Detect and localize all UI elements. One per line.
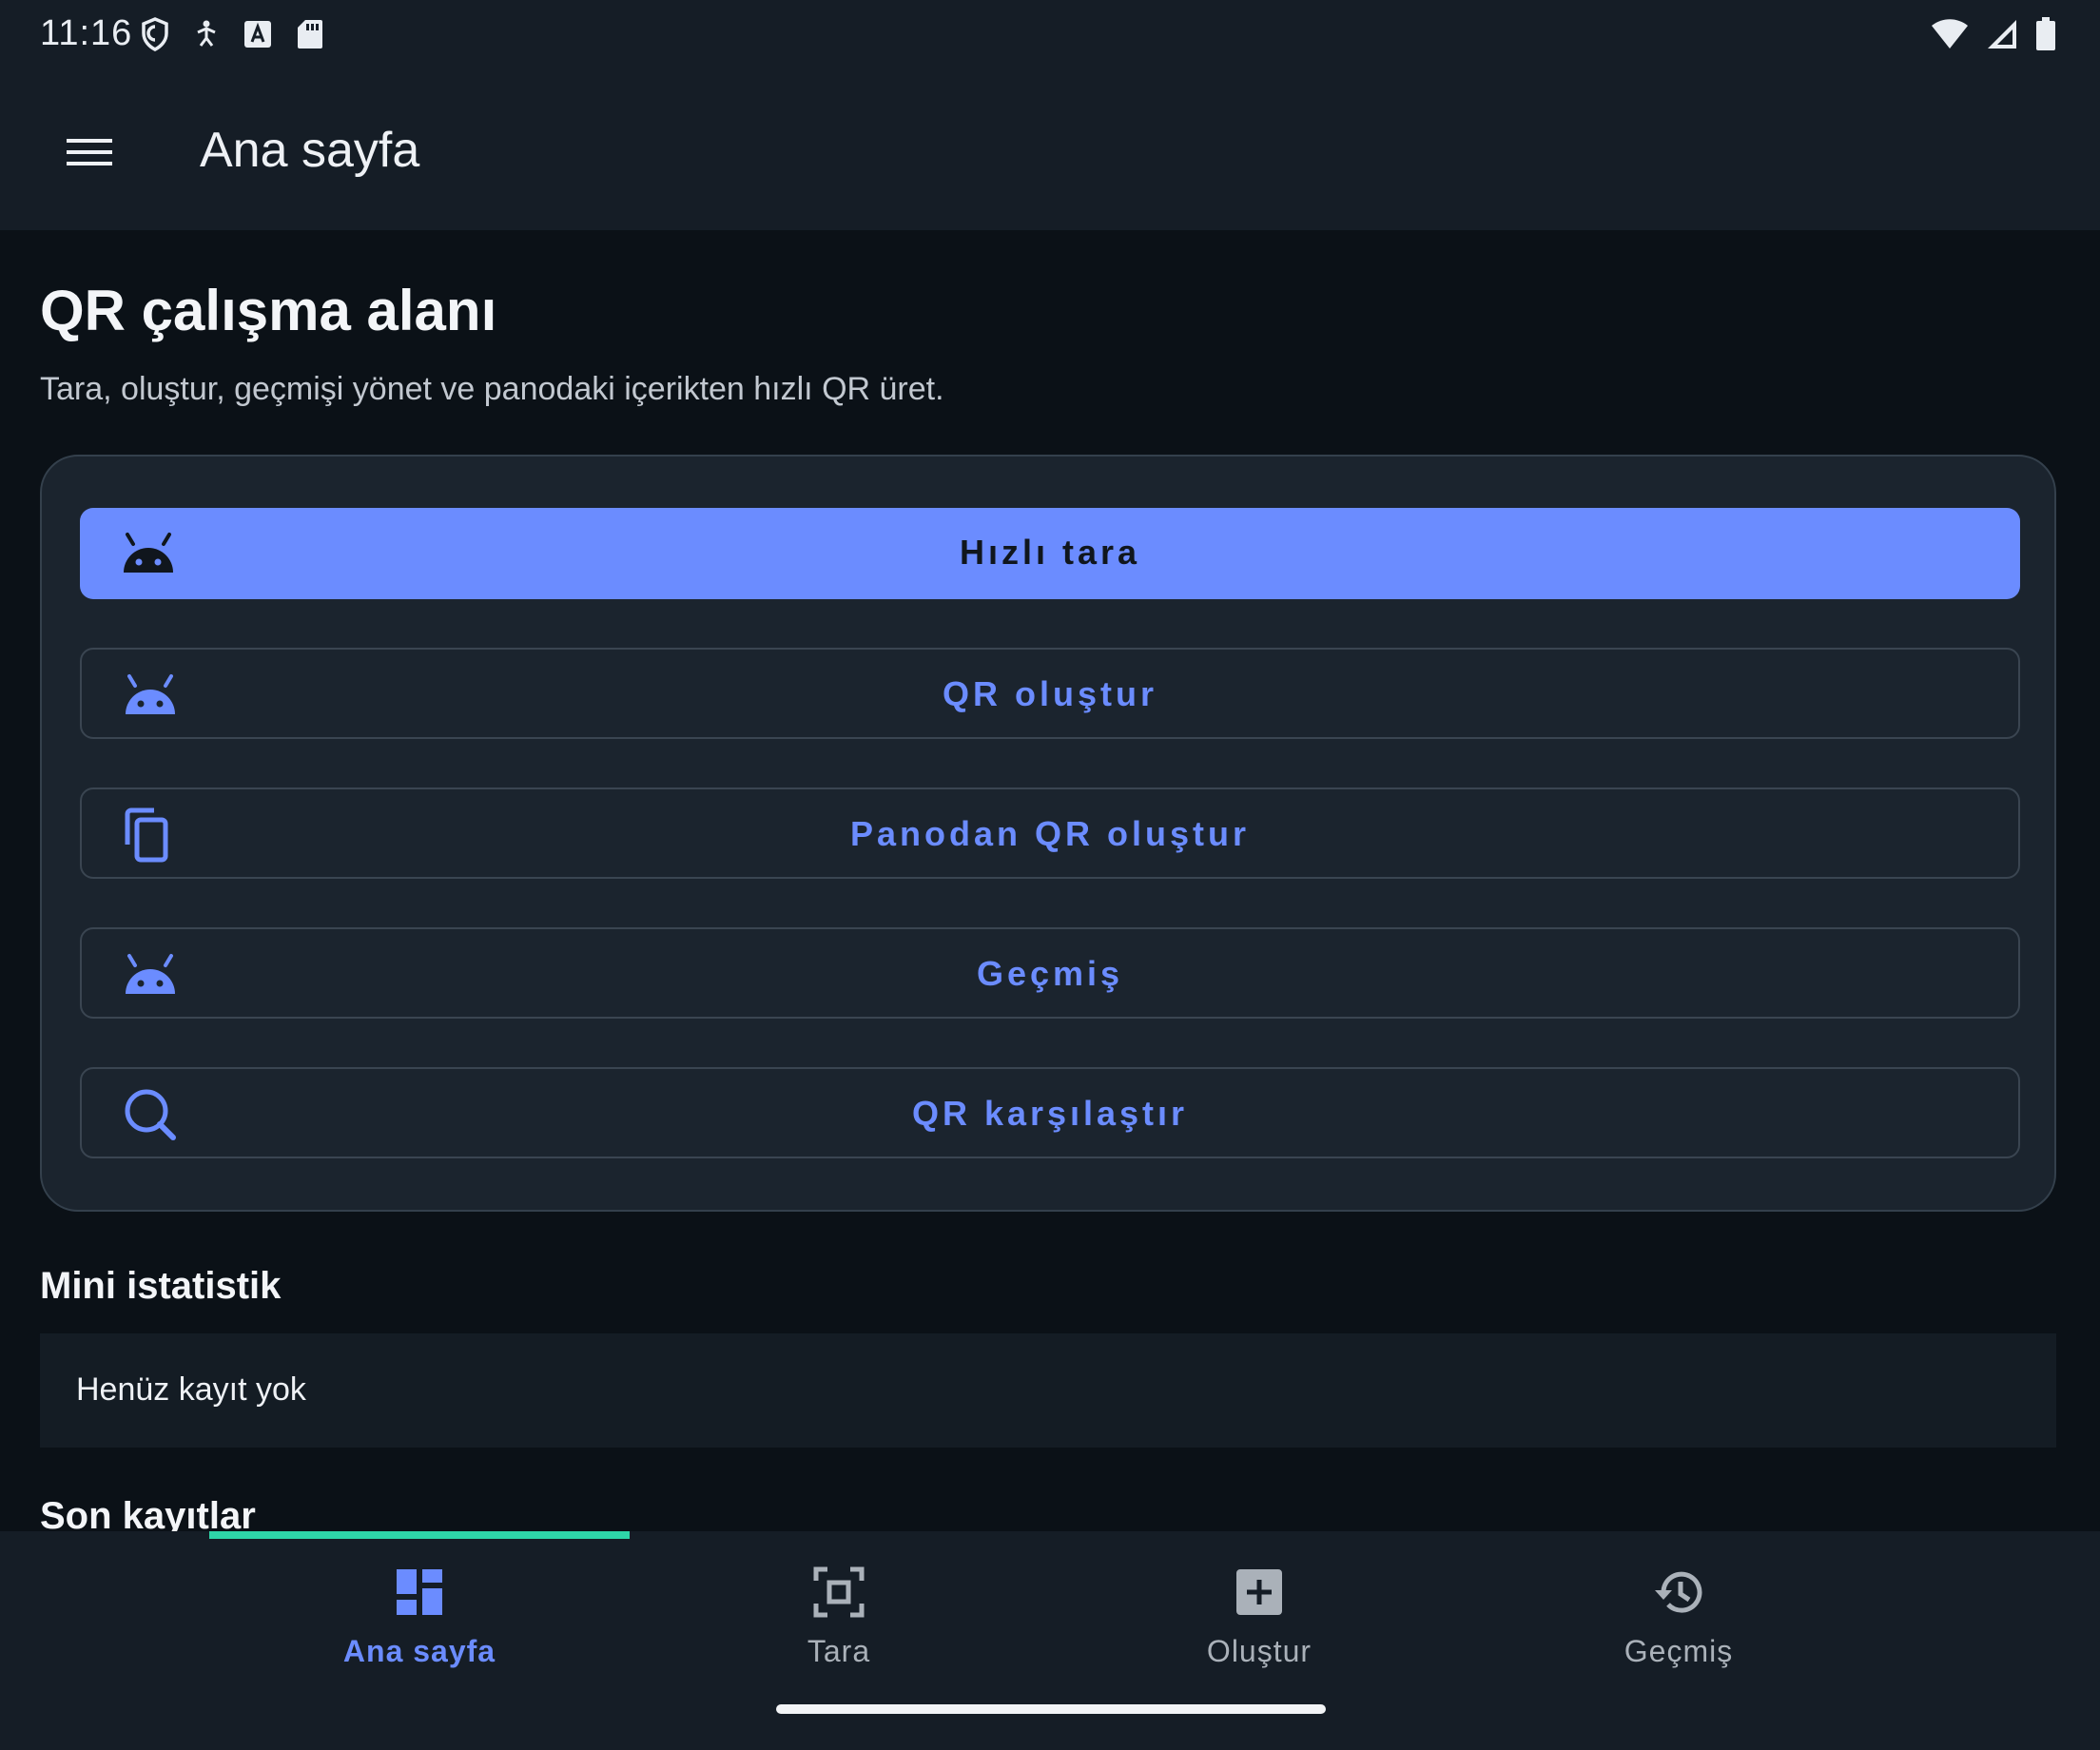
clipboard-qr-label: Panodan QR oluştur (849, 814, 1250, 853)
clipboard-qr-button[interactable]: Panodan QR oluştur (80, 788, 2020, 879)
main-content[interactable]: QR çalışma alanı Tara, oluştur, geçmişi … (0, 230, 2100, 1531)
nav-active-indicator (209, 1531, 630, 1539)
keyboard-a-icon (244, 21, 271, 48)
compare-qr-label: QR karşılaştır (911, 1094, 1189, 1133)
nav-home-label: Ana sayfa (342, 1634, 496, 1668)
add-box-icon (1236, 1569, 1282, 1615)
quick-scan-label: Hızlı tara (959, 533, 1141, 572)
status-bar: 11:16 (0, 0, 2100, 74)
page-title: QR çalışma alanı (40, 279, 497, 342)
shield-icon (142, 17, 168, 51)
status-time: 11:16 (40, 13, 133, 53)
nav-history[interactable]: Geçmiş (1469, 1554, 1888, 1678)
app-screen: 11:16 Ana sayfa QR çalışma alanı Tara, o… (0, 0, 2100, 1750)
nav-scan-label: Tara (807, 1634, 871, 1668)
wifi-icon (1932, 19, 1968, 49)
signal-icon (1988, 20, 2016, 49)
bottom-navigation: Ana sayfa Tara Oluştur Geçmiş (0, 1531, 2100, 1750)
nav-create[interactable]: Oluştur (1050, 1554, 1468, 1678)
create-qr-label: QR oluştur (943, 674, 1157, 713)
status-icons-right (1931, 17, 2056, 51)
recent-title: Son kayıtlar (40, 1495, 256, 1531)
create-qr-button[interactable]: QR oluştur (80, 648, 2020, 739)
app-bar-title: Ana sayfa (200, 123, 420, 178)
stats-empty-text: Henüz kayıt yok (76, 1371, 306, 1408)
dashboard-icon (397, 1569, 442, 1615)
stats-title: Mini istatistik (40, 1265, 282, 1307)
sd-card-icon (298, 20, 322, 49)
battery-icon (2036, 17, 2055, 50)
history-button[interactable]: Geçmiş (80, 927, 2020, 1019)
gesture-handle[interactable] (776, 1704, 1326, 1714)
compare-qr-button[interactable]: QR karşılaştır (80, 1067, 2020, 1158)
nav-scan[interactable]: Tara (630, 1554, 1048, 1678)
status-icons-left (141, 17, 323, 51)
stats-box: Henüz kayıt yok (40, 1333, 2056, 1448)
nav-history-label: Geçmiş (1624, 1634, 1734, 1668)
scan-icon (813, 1566, 865, 1618)
accessibility-icon (197, 20, 216, 47)
quick-actions-card: Hızlı tara QR oluştur Panodan QR oluştur (40, 455, 2056, 1212)
history-label: Geçmiş (976, 954, 1124, 993)
app-bar: Ana sayfa (0, 74, 2100, 230)
hamburger-menu-icon (67, 139, 112, 165)
history-icon (1655, 1571, 1702, 1613)
nav-home[interactable]: Ana sayfa (210, 1554, 629, 1678)
page-subtitle: Tara, oluştur, geçmişi yönet ve panodaki… (40, 371, 944, 407)
nav-create-label: Oluştur (1206, 1634, 1312, 1668)
quick-scan-button[interactable]: Hızlı tara (80, 508, 2020, 599)
menu-button[interactable] (53, 124, 126, 181)
